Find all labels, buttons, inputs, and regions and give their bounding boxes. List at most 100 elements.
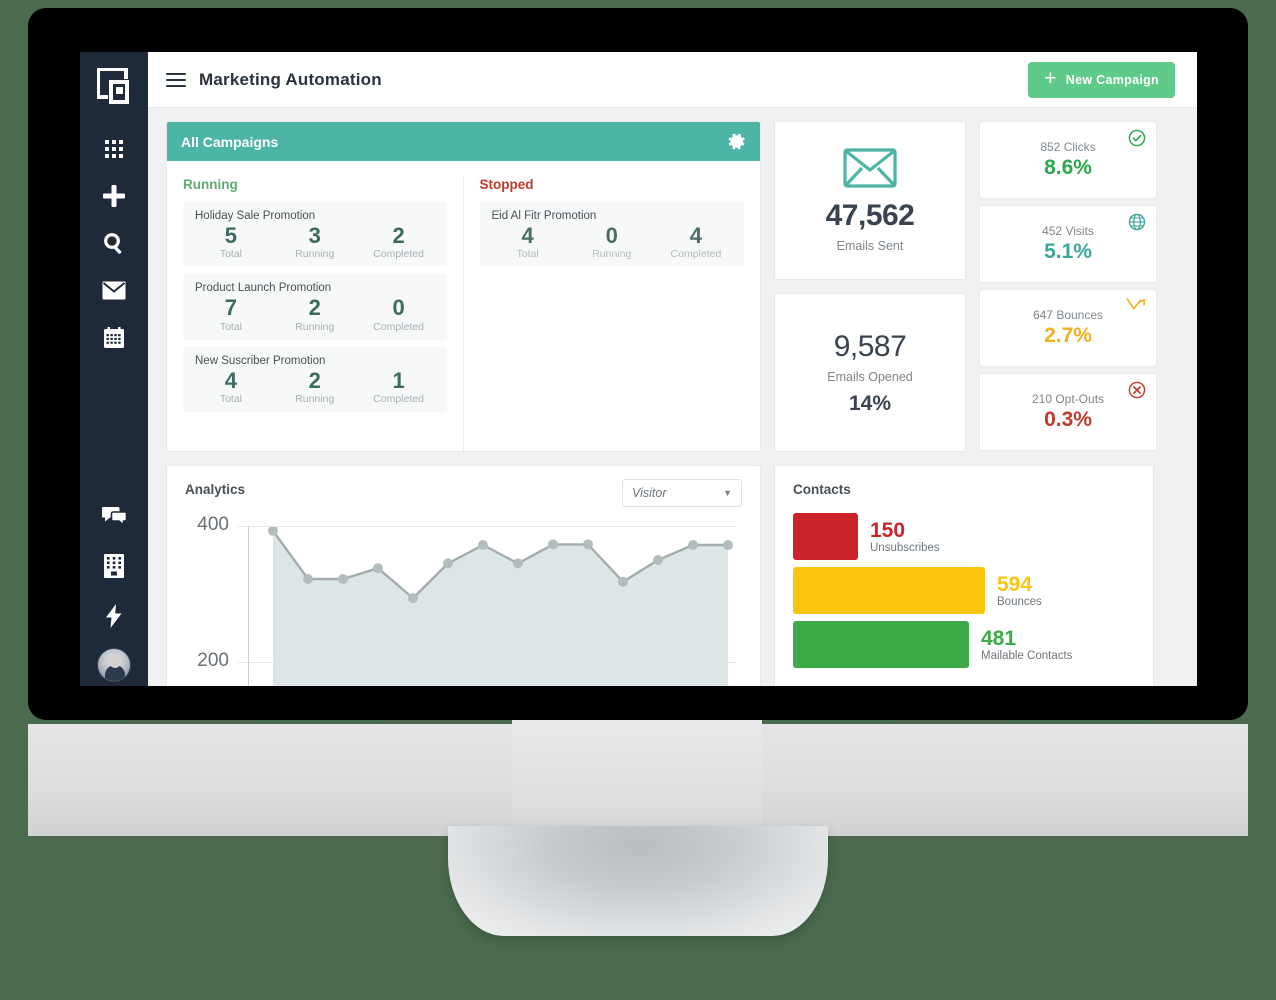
sidebar-item-company[interactable]	[90, 546, 138, 586]
envelope-icon	[843, 148, 897, 193]
metric-card-bounces[interactable]: 647 Bounces 2.7%	[979, 289, 1157, 367]
chart-data-point[interactable]	[653, 555, 663, 565]
running-campaign-list: Holiday Sale Promotion 5 Total 3 Running 2 Com…	[183, 202, 447, 412]
all-campaigns-card: All Campaigns Running Holiday Sale Promo…	[166, 121, 761, 452]
calendar-icon	[104, 326, 124, 348]
chart-data-point[interactable]	[723, 540, 733, 550]
chart-data-point[interactable]	[478, 540, 488, 550]
monitor-base	[448, 826, 828, 936]
campaign-item[interactable]: Holiday Sale Promotion 5 Total 3 Running 2 Com…	[183, 202, 447, 268]
campaign-stat-completed: 4 Completed	[654, 223, 738, 260]
chart-data-point[interactable]	[618, 576, 628, 587]
monitor-neck	[512, 718, 762, 838]
campaign-stat-running: 2 Running	[273, 295, 357, 332]
chart-data-point[interactable]	[338, 574, 348, 584]
dashboard-row-bottom: Analytics Visitor ▼ 400 200 Contacts 150…	[166, 465, 1179, 686]
campaign-name: Holiday Sale Promotion	[195, 210, 316, 222]
chart-data-point[interactable]	[443, 558, 453, 569]
contact-value: 481	[981, 626, 1017, 650]
chart-ytick-400: 400	[197, 514, 229, 535]
campaign-item[interactable]: Product Launch Promotion 7 Total 2 Running 0 C…	[183, 274, 447, 340]
check-circle-icon	[1128, 129, 1146, 147]
emails-opened-value: 9,587	[833, 329, 907, 363]
campaign-completed-label: Completed	[373, 248, 424, 261]
contact-row: 150 Unsubscribes	[793, 513, 1135, 560]
chart-data-point[interactable]	[513, 558, 523, 569]
dashboard-row-top: All Campaigns Running Holiday Sale Promo…	[166, 121, 1179, 452]
lightning-bolt-icon	[106, 604, 122, 628]
chart-data-point[interactable]	[548, 539, 558, 550]
sidebar-item-mail[interactable]	[90, 270, 138, 310]
dashboard-content: All Campaigns Running Holiday Sale Promo…	[148, 108, 1197, 686]
campaign-stats: 7 Total 2 Running 0 Completed	[189, 295, 441, 332]
app-screen: Marketing Automation + New Campaign All …	[80, 52, 1197, 686]
contact-label: Mailable Contacts	[981, 650, 1073, 663]
analytics-metric-value: Visitor	[632, 486, 667, 500]
metric-name: Bounces	[1056, 308, 1104, 322]
campaign-stat-completed: 2 Completed	[357, 223, 441, 260]
campaign-name: Product Launch Promotion	[195, 282, 332, 295]
contact-bar	[793, 621, 969, 668]
gear-icon[interactable]	[727, 132, 746, 151]
metrics-column: 852 Clicks 8.6% 452 Visits 5.1% 647 Bounces 2…	[979, 121, 1157, 452]
contact-row: 481 Mailable Contacts	[793, 621, 1135, 668]
emails-opened-label: Emails Opened	[827, 369, 913, 384]
sidebar-item-automation[interactable]	[90, 596, 138, 636]
metric-card-clicks[interactable]: 852 Clicks 8.6%	[979, 121, 1157, 199]
metric-card-opt-outs[interactable]: 210 Opt-Outs 0.3%	[979, 373, 1157, 451]
chart-data-point[interactable]	[583, 539, 593, 550]
sidebar-item-add[interactable]	[90, 176, 138, 216]
emails-sent-label: Emails Sent	[836, 239, 904, 253]
chart-data-point[interactable]	[268, 525, 278, 536]
hamburger-icon[interactable]	[166, 72, 186, 87]
campaign-total-label: Total	[219, 248, 242, 261]
chart-y-axis	[248, 526, 249, 686]
metric-count: 647	[1032, 308, 1053, 322]
campaign-stat-completed: 1 Completed	[357, 368, 441, 405]
metric-count: 210	[1031, 392, 1052, 406]
campaign-item[interactable]: Eid Al Fitr Promotion 4 Total 0 Running 4 Comp…	[479, 202, 744, 268]
campaign-stats: 5 Total 3 Running 2 Completed	[189, 223, 441, 260]
metric-caption: 647 Bounces	[1033, 308, 1103, 322]
emails-sent-card: 47,562 Emails Sent	[774, 121, 966, 280]
app-logo-icon[interactable]	[91, 61, 137, 113]
metric-name: Clicks	[1063, 140, 1096, 154]
chart-data-point[interactable]	[688, 540, 698, 550]
campaign-completed-value: 1	[392, 367, 405, 393]
campaign-item[interactable]: New Suscriber Promotion 4 Total 2 Running 1 Co…	[183, 346, 447, 412]
email-stats-column: 47,562 Emails Sent 9,587 Emails Opened 1…	[774, 121, 966, 452]
metric-card-visits[interactable]: 452 Visits 5.1%	[979, 205, 1157, 283]
x-circle-icon	[1128, 381, 1146, 399]
campaign-name: New Suscriber Promotion	[195, 354, 326, 367]
bounce-arrow-icon	[1126, 297, 1146, 313]
chevron-down-icon: ▼	[723, 488, 732, 498]
contact-bar	[793, 513, 858, 560]
campaign-stats: 4 Total 0 Running 4 Completed	[486, 223, 739, 260]
chart-data-point[interactable]	[373, 563, 383, 574]
user-avatar[interactable]	[97, 648, 131, 682]
campaign-completed-label: Completed	[373, 320, 424, 333]
campaign-running-value: 0	[605, 223, 618, 248]
grid-apps-icon	[105, 140, 123, 158]
chart-gridline-top	[237, 526, 737, 527]
sidebar-item-calendar[interactable]	[90, 317, 138, 357]
metric-percent: 0.3%	[1044, 408, 1092, 431]
sidebar-item-search[interactable]	[90, 223, 138, 263]
sidebar-item-chat[interactable]	[90, 496, 138, 536]
campaign-completed-value: 2	[392, 223, 405, 248]
campaign-stat-running: 3 Running	[273, 223, 357, 260]
analytics-metric-select[interactable]: Visitor ▼	[622, 479, 742, 507]
campaign-running-label: Running	[592, 248, 632, 261]
chart-data-point[interactable]	[408, 593, 418, 604]
campaign-running-value: 2	[308, 295, 321, 321]
plus-icon: +	[1044, 67, 1057, 90]
sidebar-item-apps[interactable]	[90, 129, 138, 169]
all-campaigns-body: Running Holiday Sale Promotion 5 Total 3 Run…	[167, 161, 760, 451]
stopped-column-label: Stopped	[479, 177, 534, 192]
building-icon	[104, 554, 124, 578]
metric-caption: 852 Clicks	[1040, 140, 1095, 154]
stopped-campaign-list: Eid Al Fitr Promotion 4 Total 0 Running 4 Comp…	[479, 202, 744, 268]
campaign-stat-running: 2 Running	[273, 368, 357, 405]
chart-data-point[interactable]	[303, 574, 313, 584]
new-campaign-button[interactable]: + New Campaign	[1028, 61, 1175, 98]
